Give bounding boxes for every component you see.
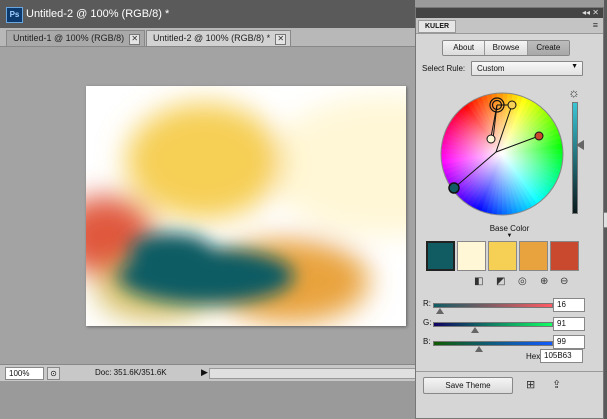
- r-label: R:: [423, 299, 431, 308]
- swatch-2[interactable]: [457, 241, 486, 271]
- document-title: Untitled-2 @ 100% (RGB/8) *: [26, 8, 170, 20]
- g-slider-thumb[interactable]: [471, 327, 480, 333]
- base-color-arrow-icon: ▼: [506, 233, 513, 239]
- wheel-marker-3: [486, 134, 496, 144]
- b-slider[interactable]: [433, 341, 553, 346]
- r-value-field[interactable]: 16: [553, 298, 585, 312]
- b-slider-thumb[interactable]: [474, 346, 483, 352]
- close-icon[interactable]: ✕: [129, 34, 141, 45]
- wheel-marker-2: [507, 100, 517, 110]
- r-slider[interactable]: [433, 303, 553, 308]
- document-titlebar: Ps Untitled-2 @ 100% (RGB/8) *: [0, 0, 415, 28]
- brightness-slider-thumb[interactable]: [576, 139, 584, 150]
- document-size-info: Doc: 351.6K/351.6K: [95, 368, 167, 377]
- horizontal-scrollbar[interactable]: [209, 368, 416, 379]
- document-tabbar: Untitled-1 @ 100% (RGB/8) ✕ Untitled-2 @…: [0, 28, 415, 47]
- target-color-icon[interactable]: ◎: [518, 276, 527, 287]
- b-label: B:: [423, 337, 431, 346]
- close-icon[interactable]: ✕: [275, 34, 287, 45]
- blurred-color-artwork: [86, 86, 406, 326]
- remove-swatch-icon[interactable]: ⊖: [560, 276, 568, 287]
- base-color-label: Base Color: [489, 224, 530, 233]
- image-canvas[interactable]: [86, 86, 406, 326]
- swatch-5[interactable]: [550, 241, 579, 271]
- wheel-marker-base: [448, 182, 460, 194]
- b-value-field[interactable]: 99: [553, 335, 585, 349]
- set-background-icon[interactable]: ◩: [496, 276, 505, 287]
- tab-label: Untitled-2 @ 100% (RGB/8) *: [153, 33, 271, 43]
- color-swatches: [426, 241, 581, 271]
- upload-theme-icon[interactable]: ⇪: [552, 378, 561, 391]
- g-slider[interactable]: [433, 322, 553, 327]
- brightness-slider[interactable]: [572, 102, 578, 214]
- status-menu-arrow-icon[interactable]: ▶: [201, 367, 208, 378]
- tab-label: Untitled-1 @ 100% (RGB/8): [13, 33, 125, 43]
- add-to-swatches-icon[interactable]: ⊞: [526, 378, 535, 391]
- g-label: G:: [423, 318, 432, 327]
- set-foreground-icon[interactable]: ◧: [474, 276, 483, 287]
- empty-workspace: [0, 381, 415, 419]
- swatch-3[interactable]: [488, 241, 517, 271]
- swatch-1[interactable]: [426, 241, 455, 271]
- sun-icon: ☼: [568, 85, 580, 100]
- hex-value-field[interactable]: 105B63: [540, 349, 583, 363]
- panel-divider: [416, 371, 603, 372]
- g-value-field[interactable]: 91: [553, 317, 585, 331]
- swatch-4[interactable]: [519, 241, 548, 271]
- wheel-marker-4: [534, 131, 544, 141]
- photoshop-app-icon: Ps: [6, 7, 23, 23]
- tab-untitled-2[interactable]: Untitled-2 @ 100% (RGB/8) * ✕: [146, 30, 292, 46]
- add-swatch-icon[interactable]: ⊕: [540, 276, 548, 287]
- document-statusbar: 100% ⊙ Doc: 351.6K/351.6K ▶: [0, 364, 416, 381]
- tab-untitled-1[interactable]: Untitled-1 @ 100% (RGB/8) ✕: [6, 30, 146, 46]
- status-options-icon[interactable]: ⊙: [47, 367, 60, 380]
- save-theme-button[interactable]: Save Theme: [423, 377, 513, 394]
- kuler-panel: ◂◂ ✕ KULER ≡ About Browse Create Select …: [415, 7, 604, 419]
- zoom-level-field[interactable]: 100%: [5, 367, 44, 380]
- r-slider-thumb[interactable]: [436, 308, 445, 314]
